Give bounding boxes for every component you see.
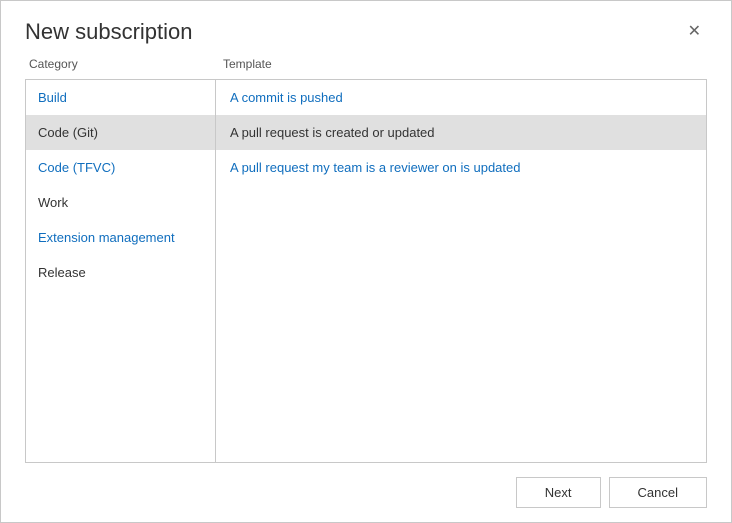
category-item-code-tfvc[interactable]: Code (TFVC) [26,150,215,185]
category-item-build[interactable]: Build [26,80,215,115]
template-list: A commit is pushedA pull request is crea… [216,80,706,462]
dialog-footer: Next Cancel [1,463,731,522]
category-item-work[interactable]: Work [26,185,215,220]
close-button[interactable]: ✕ [682,22,707,42]
category-item-code-git[interactable]: Code (Git) [26,115,215,150]
template-item-pull-request-reviewer[interactable]: A pull request my team is a reviewer on … [216,150,706,185]
columns-content: BuildCode (Git)Code (TFVC)WorkExtension … [25,79,707,463]
template-item-commit-pushed[interactable]: A commit is pushed [216,80,706,115]
template-header: Template [215,57,707,71]
dialog-title: New subscription [25,19,193,45]
category-item-extension-management[interactable]: Extension management [26,220,215,255]
columns-header: Category Template [25,57,707,71]
cancel-button[interactable]: Cancel [609,477,707,508]
next-button[interactable]: Next [516,477,601,508]
category-item-release[interactable]: Release [26,255,215,290]
new-subscription-dialog: New subscription ✕ Category Template Bui… [0,0,732,523]
category-header: Category [25,57,215,71]
category-list: BuildCode (Git)Code (TFVC)WorkExtension … [26,80,216,462]
dialog-body: Category Template BuildCode (Git)Code (T… [1,57,731,463]
dialog-header: New subscription ✕ [1,1,731,57]
template-item-pull-request-created[interactable]: A pull request is created or updated [216,115,706,150]
